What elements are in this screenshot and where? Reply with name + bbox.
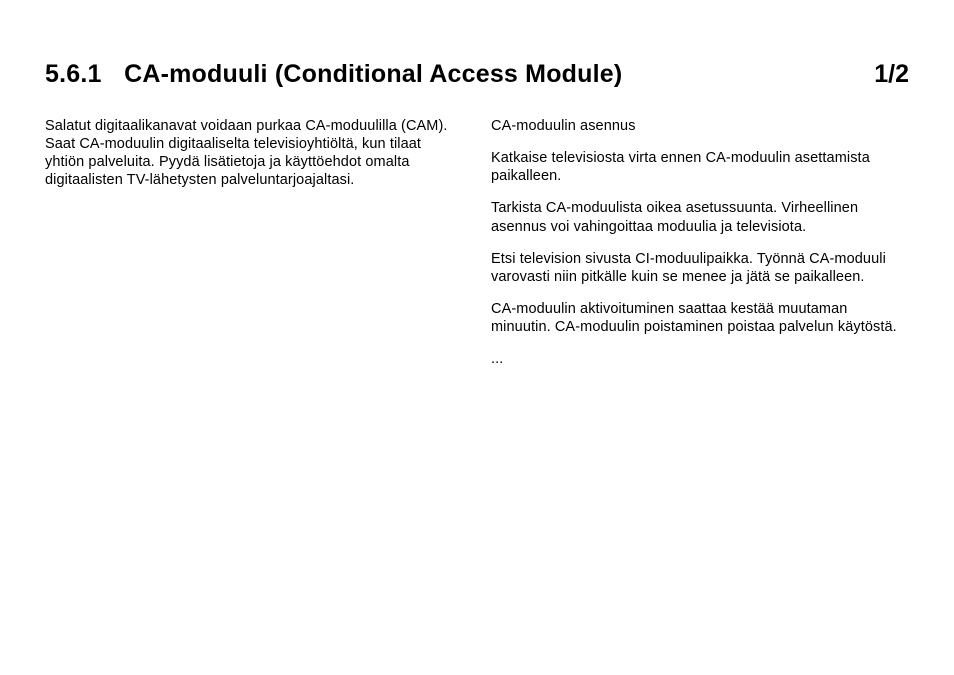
- page-indicator: 1/2: [874, 60, 909, 89]
- document-page: 5.6.1 CA-moduuli (Conditional Access Mod…: [0, 0, 954, 675]
- page-header: 5.6.1 CA-moduuli (Conditional Access Mod…: [45, 60, 909, 89]
- body-paragraph: Etsi television sivusta CI-moduulipaikka…: [491, 250, 909, 286]
- body-paragraph: ...: [491, 350, 909, 368]
- page-title: CA-moduuli (Conditional Access Module): [124, 60, 622, 88]
- body-paragraph: Salatut digitaalikanavat voidaan purkaa …: [45, 117, 463, 190]
- section-number: 5.6.1: [45, 60, 102, 88]
- body-columns: Salatut digitaalikanavat voidaan purkaa …: [45, 117, 909, 382]
- title-wrapper: 5.6.1 CA-moduuli (Conditional Access Mod…: [45, 60, 622, 89]
- left-column: Salatut digitaalikanavat voidaan purkaa …: [45, 117, 463, 382]
- body-paragraph: CA-moduulin aktivoituminen saattaa kestä…: [491, 300, 909, 336]
- body-paragraph: Tarkista CA-moduulista oikea asetussuunt…: [491, 199, 909, 235]
- right-column: CA-moduulin asennus Katkaise televisiost…: [491, 117, 909, 382]
- body-paragraph: Katkaise televisiosta virta ennen CA-mod…: [491, 149, 909, 185]
- body-paragraph: CA-moduulin asennus: [491, 117, 909, 135]
